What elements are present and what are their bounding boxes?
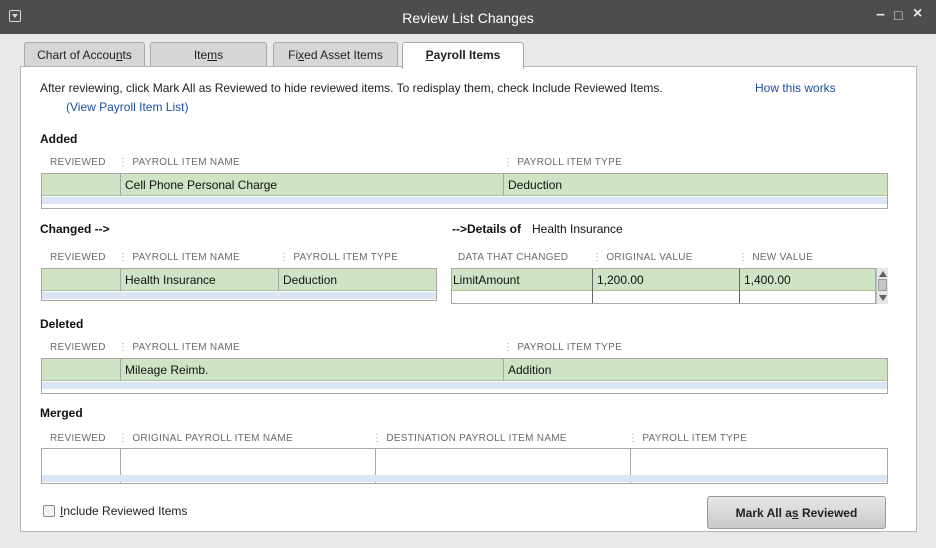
changed-col-name: ⋮ PAYROLL ITEM NAME (118, 252, 241, 263)
original-value-cell: 1,200.00 (592, 269, 739, 291)
merged-section-title: Merged (40, 406, 83, 420)
empty-row (42, 292, 436, 299)
new-value-cell: 1,400.00 (739, 269, 875, 291)
include-reviewed-checkbox[interactable] (43, 505, 55, 517)
dialog-body: Chart of Accounts Items Fixed Asset Item… (0, 34, 936, 548)
deleted-col-reviewed: REVIEWED (50, 342, 106, 353)
scroll-thumb[interactable] (878, 279, 887, 291)
minimize-icon[interactable]: – (876, 6, 885, 24)
deleted-grid: Mileage Reimb. Addition (41, 358, 888, 394)
empty-row (42, 197, 887, 204)
details-scrollbar[interactable] (876, 268, 888, 304)
tab-chart-of-accounts[interactable]: Chart of Accounts (24, 42, 145, 68)
details-item-name: Health Insurance (532, 222, 623, 236)
details-col-data-changed: DATA THAT CHANGED (458, 252, 569, 263)
changed-grid: Health Insurance Deduction (41, 268, 437, 301)
tab-payroll-items[interactable]: Payroll Items (402, 42, 524, 69)
merged-col-destination-name: ⋮ DESTINATION PAYROLL ITEM NAME (372, 433, 567, 444)
merged-col-reviewed: REVIEWED (50, 433, 106, 444)
data-changed-cell: LimitAmount (453, 273, 520, 287)
merged-col-original-name: ⋮ ORIGINAL PAYROLL ITEM NAME (118, 433, 293, 444)
table-row[interactable]: Cell Phone Personal Charge Deduction (42, 174, 887, 196)
empty-row (42, 382, 887, 389)
details-col-new-value: ⋮ NEW VALUE (738, 252, 814, 263)
changed-col-type: ⋮ PAYROLL ITEM TYPE (279, 252, 399, 263)
details-grid: LimitAmount 1,200.00 1,400.00 (451, 268, 876, 304)
changed-section-title: Changed --> (40, 222, 110, 236)
table-row[interactable]: Health Insurance Deduction (42, 269, 436, 291)
tab-items[interactable]: Items (150, 42, 267, 68)
payroll-item-name-cell: Health Insurance (120, 269, 278, 291)
payroll-item-name-cell: Mileage Reimb. (120, 359, 503, 381)
restore-icon[interactable]: □ (894, 7, 902, 23)
mark-all-as-reviewed-button[interactable]: Mark All as Reviewed (707, 496, 886, 529)
added-col-type: ⋮ PAYROLL ITEM TYPE (503, 157, 623, 168)
added-col-name: ⋮ PAYROLL ITEM NAME (118, 157, 241, 168)
details-section-title: -->Details of (452, 222, 522, 236)
include-reviewed-label[interactable]: Include Reviewed Items (60, 504, 187, 518)
deleted-col-type: ⋮ PAYROLL ITEM TYPE (503, 342, 623, 353)
added-col-reviewed: REVIEWED (50, 157, 106, 168)
payroll-item-type-cell: Deduction (503, 174, 887, 196)
tab-fixed-asset-items[interactable]: Fixed Asset Items (273, 42, 398, 68)
payroll-item-name-cell: Cell Phone Personal Charge (120, 174, 503, 196)
close-icon[interactable]: × (913, 5, 922, 23)
title-bar: Review List Changes – □ × (0, 0, 936, 34)
merged-grid (41, 448, 888, 484)
table-row[interactable]: Mileage Reimb. Addition (42, 359, 887, 381)
added-section-title: Added (40, 132, 78, 146)
changed-col-reviewed: REVIEWED (50, 252, 106, 263)
scroll-up-icon[interactable] (879, 271, 887, 277)
details-col-original-value: ⋮ ORIGINAL VALUE (592, 252, 693, 263)
deleted-col-name: ⋮ PAYROLL ITEM NAME (118, 342, 241, 353)
payroll-item-type-cell: Addition (503, 359, 887, 381)
deleted-section-title: Deleted (40, 317, 84, 331)
scroll-down-icon[interactable] (879, 295, 887, 301)
added-grid: Cell Phone Personal Charge Deduction (41, 173, 888, 209)
payroll-item-type-cell: Deduction (278, 269, 436, 291)
table-row[interactable]: LimitAmount 1,200.00 1,400.00 (452, 269, 875, 291)
intro-text: After reviewing, click Mark All as Revie… (40, 81, 663, 95)
view-payroll-item-list-link[interactable]: (View Payroll Item List) (66, 100, 188, 114)
window-title: Review List Changes (402, 10, 534, 26)
merged-col-type: ⋮ PAYROLL ITEM TYPE (628, 433, 748, 444)
how-this-works-link[interactable]: How this works (755, 81, 836, 95)
empty-row (42, 475, 887, 482)
